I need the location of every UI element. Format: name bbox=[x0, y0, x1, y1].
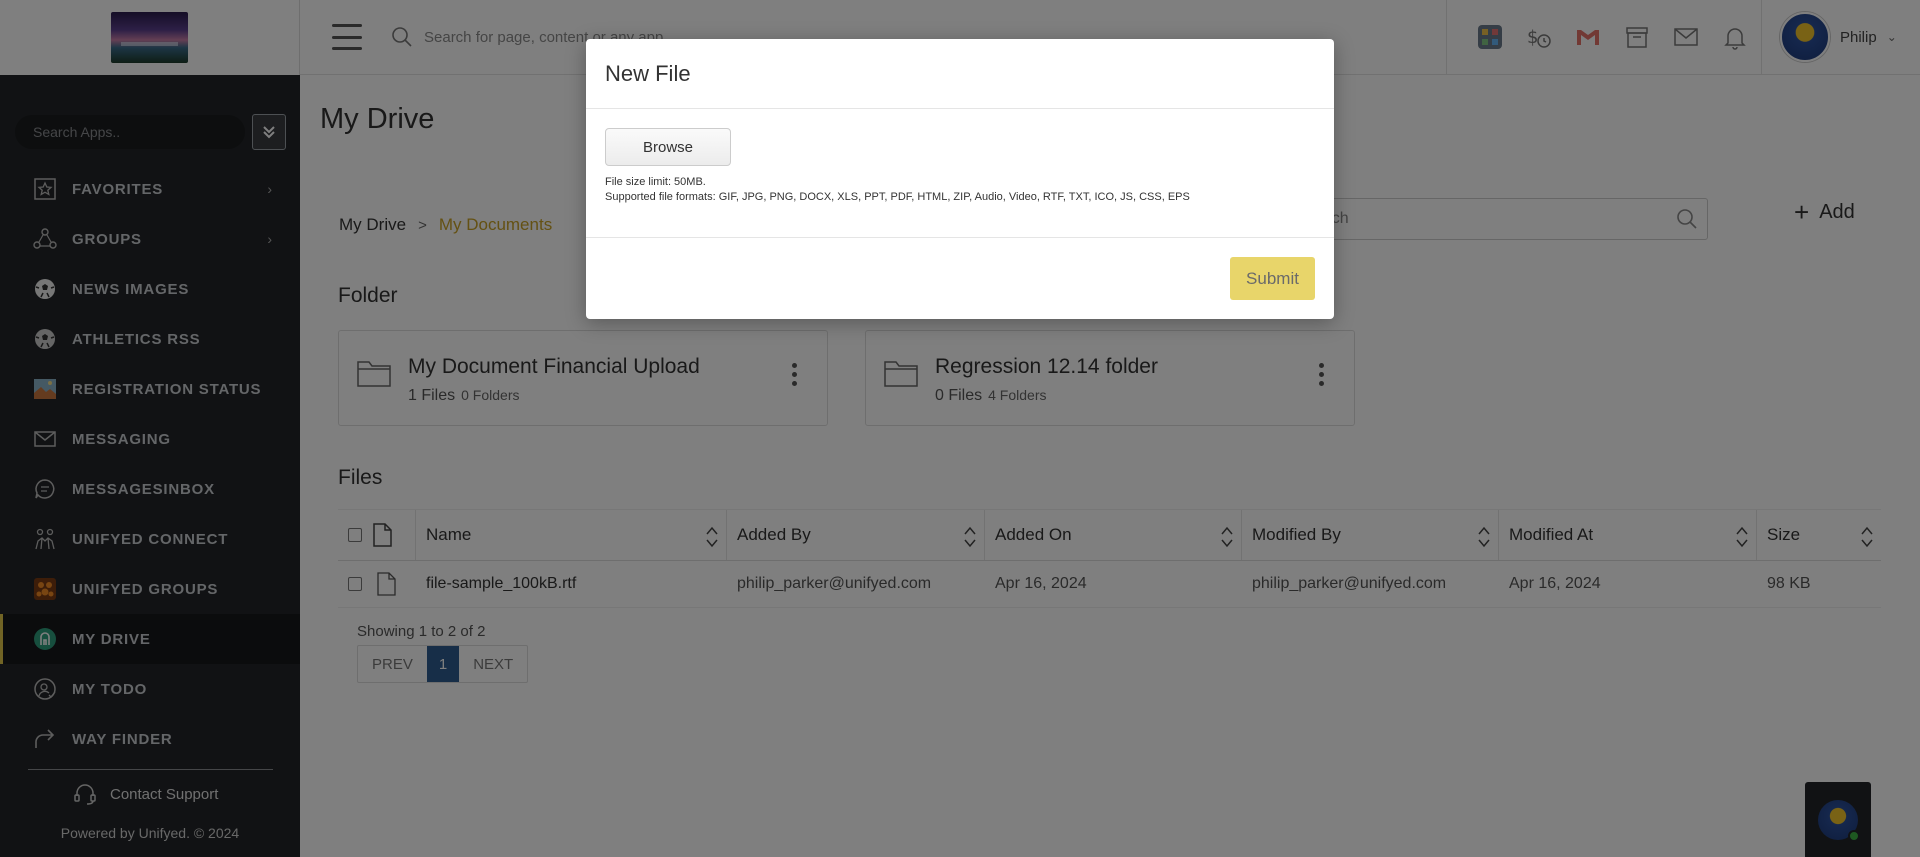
dialog-body: Browse File size limit: 50MB. Supported … bbox=[586, 109, 1334, 238]
supported-formats: Supported file formats: GIF, JPG, PNG, D… bbox=[605, 191, 1190, 203]
dialog-title: New File bbox=[586, 39, 1334, 109]
file-info: File size limit: 50MB. Supported file fo… bbox=[605, 175, 1315, 205]
submit-button[interactable]: Submit bbox=[1230, 257, 1315, 300]
dialog-footer: Submit bbox=[586, 238, 1334, 317]
file-size-limit: File size limit: 50MB. bbox=[605, 176, 706, 188]
browse-button[interactable]: Browse bbox=[605, 128, 731, 166]
new-file-dialog: New File Browse File size limit: 50MB. S… bbox=[586, 39, 1334, 319]
